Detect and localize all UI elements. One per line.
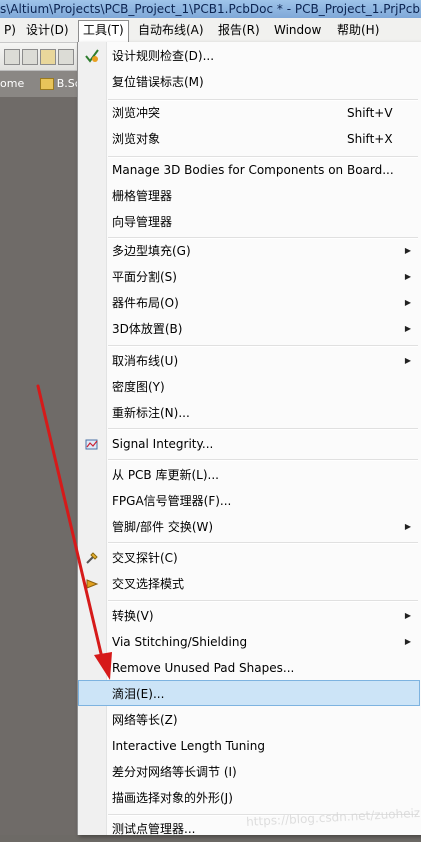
- document-tabs: ome B.Sch: [0, 71, 80, 97]
- menu-item-density-map[interactable]: 密度图(Y): [78, 374, 420, 400]
- submenu-arrow-icon: ▶: [404, 272, 411, 281]
- menu-separator: [108, 459, 418, 461]
- menu-item-label: 重新标注(N)...: [112, 406, 190, 420]
- menu-item-via-stitching-shielding[interactable]: Via Stitching/Shielding ▶: [78, 629, 420, 655]
- menu-item-label: 交叉探针(C): [112, 551, 178, 565]
- menu-item-label: 取消布线(U): [112, 354, 179, 368]
- menu-item-browse-objects[interactable]: 浏览对象 Shift+X: [78, 126, 420, 152]
- menu-item-label: 器件布局(O): [112, 296, 179, 310]
- submenu-arrow-icon: ▶: [404, 298, 411, 307]
- menu-item-manage-3d-bodies[interactable]: Manage 3D Bodies for Components on Board…: [78, 157, 420, 183]
- menu-item-label: 描画选择对象的外形(J): [112, 791, 233, 805]
- tab-home[interactable]: ome: [0, 77, 24, 90]
- menu-item-label: 浏览冲突: [112, 106, 161, 120]
- menu-item-label: 3D体放置(B): [112, 322, 183, 336]
- menu-item-convert[interactable]: 转换(V) ▶: [78, 603, 420, 629]
- menu-window[interactable]: Window: [270, 21, 325, 39]
- menu-item-component-placement[interactable]: 器件布局(O) ▶: [78, 290, 420, 316]
- menu-item-label: 栅格管理器: [112, 189, 173, 203]
- menu-item-label: 网络等长(Z): [112, 713, 178, 727]
- menu-item-polygon-pours[interactable]: 多边型填充(G) ▶: [78, 238, 420, 264]
- menu-item-unroute[interactable]: 取消布线(U) ▶: [78, 348, 420, 374]
- menu-separator: [108, 600, 418, 602]
- submenu-arrow-icon: ▶: [404, 522, 411, 531]
- menu-item-label: Manage 3D Bodies for Components on Board…: [112, 163, 394, 177]
- menu-item-label: 转换(V): [112, 609, 154, 623]
- menu-item-label: FPGA信号管理器(F)...: [112, 494, 232, 508]
- menu-separator: [108, 345, 418, 347]
- tab-schematic[interactable]: B.Sch: [39, 77, 80, 90]
- menu-item-label: 设计规则检查(D)...: [112, 49, 215, 63]
- menu-item-equalize-net-lengths[interactable]: 网络等长(Z): [78, 707, 420, 733]
- submenu-arrow-icon: ▶: [404, 324, 411, 333]
- menu-item-cross-probe[interactable]: 交叉探针(C): [78, 545, 420, 571]
- menu-item-label: 测试点管理器...: [112, 822, 196, 836]
- drc-check-icon: [85, 49, 99, 63]
- paste-icon[interactable]: [40, 49, 56, 65]
- workspace-panel: [0, 97, 77, 835]
- toolbar: [0, 43, 80, 71]
- submenu-arrow-icon: ▶: [404, 611, 411, 620]
- menu-tools[interactable]: 工具(T): [78, 20, 129, 43]
- submenu-arrow-icon: ▶: [404, 637, 411, 646]
- menu-item-browse-violations[interactable]: 浏览冲突 Shift+V: [78, 100, 420, 126]
- menu-item-label: 密度图(Y): [112, 380, 165, 394]
- menu-item-label: 向导管理器: [112, 215, 173, 229]
- menu-item-interactive-length-tuning[interactable]: Interactive Length Tuning: [78, 733, 420, 759]
- window-title-bar: s\Altium\Projects\PCB_Project_1\PCB1.Pcb…: [0, 0, 421, 18]
- menu-item-signal-integrity[interactable]: Signal Integrity...: [78, 431, 420, 457]
- menu-item-label: 复位错误标志(M): [112, 75, 204, 89]
- menu-design[interactable]: 设计(D): [22, 21, 73, 39]
- menu-item-fpga-signal-manager[interactable]: FPGA信号管理器(F)...: [78, 488, 420, 514]
- menu-item-label: 滴泪(E)...: [112, 687, 165, 701]
- cross-select-icon: [86, 579, 99, 589]
- menu-item-reset-error-markers[interactable]: 复位错误标志(M): [78, 69, 420, 95]
- folder-icon: [39, 78, 54, 90]
- menu-help[interactable]: 帮助(H): [333, 21, 383, 39]
- cut-icon[interactable]: [22, 49, 38, 65]
- menu-item-teardrops[interactable]: 滴泪(E)...: [78, 680, 420, 706]
- submenu-arrow-icon: ▶: [404, 246, 411, 255]
- menu-item-label: 平面分割(S): [112, 270, 177, 284]
- menu-item-label: 差分对网络等长调节 (I): [112, 765, 237, 779]
- menu-item-3d-body-placement[interactable]: 3D体放置(B) ▶: [78, 316, 420, 342]
- menu-autoroute[interactable]: 自动布线(A): [134, 21, 208, 39]
- menu-project[interactable]: P): [0, 21, 20, 39]
- menu-item-label: 浏览对象: [112, 132, 161, 146]
- menu-item-shortcut: Shift+X: [347, 132, 393, 146]
- menu-item-outline-selected-objects[interactable]: 描画选择对象的外形(J): [78, 785, 420, 811]
- menu-item-grid-manager[interactable]: 栅格管理器: [78, 183, 420, 209]
- menu-item-label: Remove Unused Pad Shapes...: [112, 661, 295, 675]
- cross-probe-icon: [86, 552, 98, 564]
- menu-item-label: 多边型填充(G): [112, 244, 191, 258]
- menu-item-label: 从 PCB 库更新(L)...: [112, 468, 219, 482]
- menu-item-split-planes[interactable]: 平面分割(S) ▶: [78, 264, 420, 290]
- menu-separator: [108, 542, 418, 544]
- grid-icon[interactable]: [58, 49, 74, 65]
- submenu-arrow-icon: ▶: [404, 356, 411, 365]
- menu-item-label: Signal Integrity...: [112, 437, 214, 451]
- menu-item-diff-pair-length-tuning[interactable]: 差分对网络等长调节 (I): [78, 759, 420, 785]
- menu-item-update-from-pcb-library[interactable]: 从 PCB 库更新(L)...: [78, 462, 420, 488]
- window-title: s\Altium\Projects\PCB_Project_1\PCB1.Pcb…: [0, 2, 421, 16]
- tools-dropdown-menu: 设计规则检查(D)... 复位错误标志(M) 浏览冲突 Shift+V 浏览对象…: [77, 42, 421, 836]
- menu-item-re-annotate[interactable]: 重新标注(N)...: [78, 400, 420, 426]
- menu-separator: [108, 428, 418, 430]
- menu-reports[interactable]: 报告(R): [214, 21, 264, 39]
- signal-integrity-icon: [85, 439, 98, 450]
- menu-item-label: 交叉选择模式: [112, 577, 185, 591]
- menu-bar: P) 设计(D) 工具(T) 自动布线(A) 报告(R) Window 帮助(H…: [0, 18, 421, 43]
- menu-item-cross-select-mode[interactable]: 交叉选择模式: [78, 571, 420, 597]
- menu-item-design-rule-check[interactable]: 设计规则检查(D)...: [78, 43, 420, 69]
- copy-icon[interactable]: [4, 49, 20, 65]
- menu-item-pin-part-swapping[interactable]: 管脚/部件 交换(W) ▶: [78, 514, 420, 540]
- menu-item-shortcut: Shift+V: [347, 106, 393, 120]
- menu-item-label: Interactive Length Tuning: [112, 739, 265, 753]
- menu-item-label: Via Stitching/Shielding: [112, 635, 248, 649]
- menu-item-label: 管脚/部件 交换(W): [112, 520, 214, 534]
- menu-item-guide-manager[interactable]: 向导管理器: [78, 209, 420, 235]
- menu-item-remove-unused-pad-shapes[interactable]: Remove Unused Pad Shapes...: [78, 655, 420, 681]
